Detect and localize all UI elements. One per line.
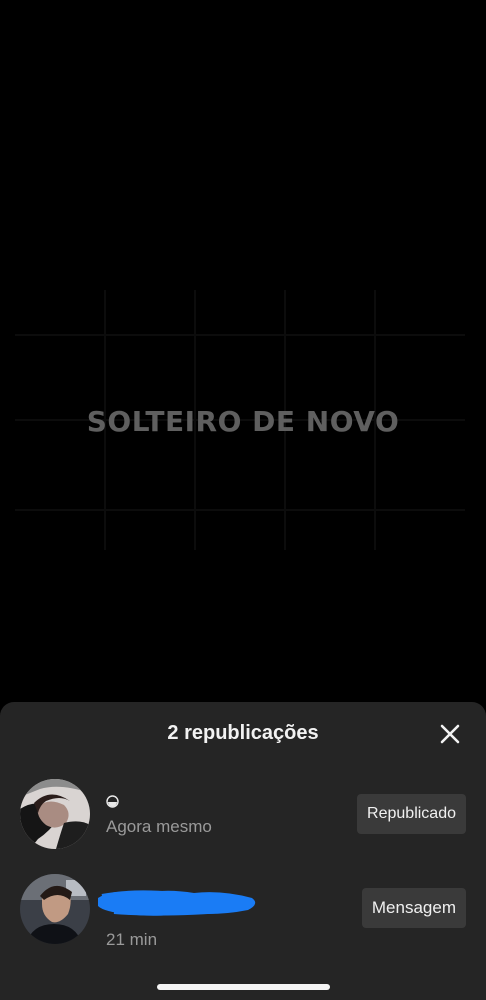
avatar[interactable] <box>20 874 90 944</box>
row-text: Agora mesmo <box>106 791 212 837</box>
reposts-sheet: 2 republicações Agora mesmo Republicado … <box>0 702 486 1000</box>
username[interactable] <box>106 791 212 811</box>
video-overlay-text: SOLTEIRO DE NOVO <box>86 405 400 438</box>
sheet-title: 2 republicações <box>167 722 319 744</box>
message-button[interactable]: Mensagem <box>361 888 466 928</box>
moon-icon <box>106 794 119 808</box>
repost-time: 21 min <box>106 930 158 949</box>
redacted-username-scribble <box>98 890 256 916</box>
avatar[interactable] <box>20 779 90 849</box>
row-text: 21 min <box>98 886 256 950</box>
username[interactable] <box>98 886 256 916</box>
screen: SOLTEIRO DE NOVO 2 republicações Agora m… <box>0 0 486 1000</box>
video-player[interactable]: SOLTEIRO DE NOVO <box>0 0 486 702</box>
republished-button[interactable]: Republicado <box>357 794 466 834</box>
home-indicator[interactable] <box>157 984 330 990</box>
repost-time: Agora mesmo <box>106 817 212 836</box>
repost-row[interactable]: Agora mesmo Republicado <box>0 777 486 855</box>
close-icon[interactable] <box>438 722 462 746</box>
repost-row[interactable]: 21 min Mensagem <box>0 872 486 950</box>
sheet-header: 2 republicações <box>0 702 486 766</box>
